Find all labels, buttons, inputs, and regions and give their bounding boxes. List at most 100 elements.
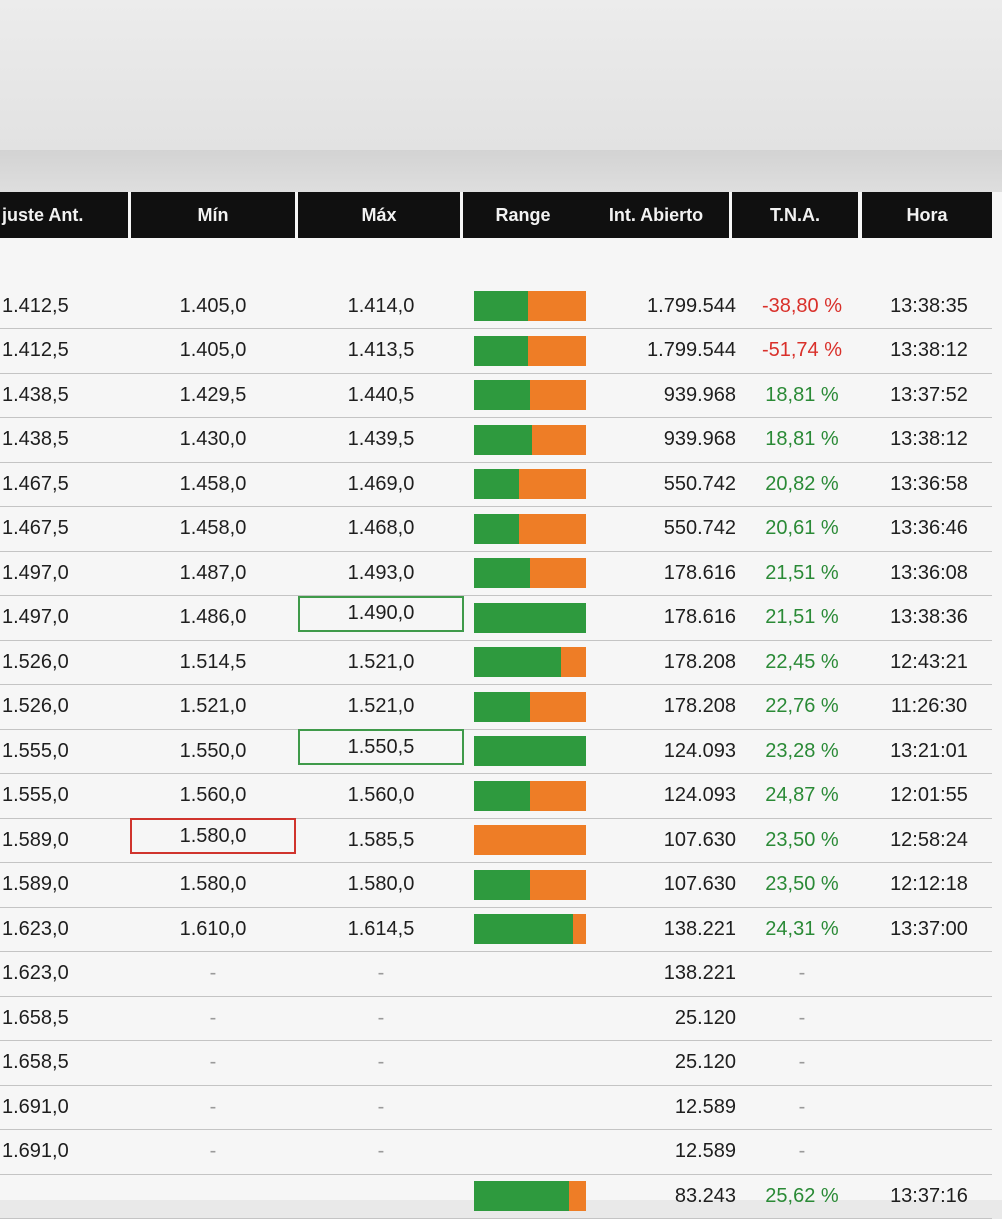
range-bar-orange: [527, 291, 586, 321]
range-cell: [474, 685, 588, 729]
hora-cell: 13:36:46: [890, 517, 968, 539]
header-tna[interactable]: T.N.A.: [732, 192, 858, 238]
table-row[interactable]: 1.691,0 - - 12.589 -: [0, 1130, 992, 1175]
int-abierto-cell: 178.616: [663, 561, 736, 584]
min-cell: -: [209, 1140, 217, 1162]
min-cell: [130, 1174, 296, 1218]
min-cell: 1.487,0: [179, 561, 247, 584]
min-cell: 1.405,0: [179, 294, 247, 317]
ajuste-ant-cell: 1.589,0: [2, 828, 69, 851]
min-cell: 1.610,0: [179, 917, 247, 940]
range-bar-green: [474, 691, 530, 722]
background-top: [0, 0, 1002, 150]
range-bar: [474, 602, 586, 633]
header-min[interactable]: Mín: [131, 192, 295, 238]
int-abierto-cell: 550.742: [663, 472, 736, 495]
min-cell: -: [209, 1051, 217, 1073]
table-row[interactable]: 1.497,0 1.486,0 1.490,0 178.616 21,51 % 13:38…: [0, 595, 992, 641]
table-row[interactable]: 1.412,5 1.405,0 1.413,5 1.799.544 -51,74 % 13…: [0, 329, 992, 374]
int-abierto-cell: 107.630: [663, 873, 736, 895]
int-abierto-cell: 12.589: [674, 1095, 736, 1118]
min-highlight-box: 1.580,0: [130, 818, 296, 854]
hora-cell: [866, 1085, 992, 1129]
range-cell: [474, 462, 588, 506]
table-row[interactable]: 1.658,5 - - 25.120 -: [0, 996, 992, 1041]
ajuste-ant-cell: 1.691,0: [2, 1140, 69, 1162]
range-bar-orange: [530, 380, 586, 410]
table-row[interactable]: 1.438,5 1.430,0 1.439,5 939.968 18,81 % 13:38…: [0, 418, 992, 463]
table-row[interactable]: 1.412,5 1.405,0 1.414,0 1.799.544 -38,80 % 13…: [0, 284, 992, 329]
min-cell: 1.486,0: [179, 606, 247, 628]
table-row[interactable]: 1.691,0 - - 12.589 -: [0, 1085, 992, 1130]
range-bar: [474, 736, 586, 766]
table-row[interactable]: 1.467,5 1.458,0 1.469,0 550.742 20,82 % 13:36…: [0, 462, 992, 507]
range-cell: [474, 596, 588, 640]
max-cell: 1.614,5: [347, 917, 415, 940]
table-row[interactable]: 1.555,0 1.550,0 1.550,5 124.093 23,28 % 13:21…: [0, 729, 992, 774]
table-row[interactable]: 1.623,0 1.610,0 1.614,5 138.221 24,31 % 13:37…: [0, 907, 992, 952]
table-row[interactable]: 1.497,0 1.487,0 1.493,0 178.616 21,51 % 13:36…: [0, 551, 992, 596]
tna-cell: -: [798, 1051, 806, 1073]
range-bar-orange: [532, 424, 586, 455]
header-range[interactable]: Range: [463, 192, 583, 238]
header-max[interactable]: Máx: [298, 192, 460, 238]
hora-cell: 12:12:18: [890, 873, 968, 895]
max-cell: 1.550,5: [298, 729, 464, 773]
background-edge: [0, 150, 1002, 192]
table-row[interactable]: 1.438,5 1.429,5 1.440,5 939.968 18,81 % 13:37…: [0, 373, 992, 418]
header-int-abierto[interactable]: Int. Abierto: [583, 192, 729, 238]
ajuste-ant-cell: 1.589,0: [2, 873, 69, 895]
table-row[interactable]: 1.555,0 1.560,0 1.560,0 124.093 24,87 % 12:01…: [0, 774, 992, 819]
min-cell: 1.430,0: [179, 428, 247, 450]
ajuste-ant-cell: 1.412,5: [2, 339, 69, 361]
header-ajuste-ant[interactable]: juste Ant.: [0, 192, 128, 238]
tna-cell: -38,80 %: [761, 294, 843, 317]
table-row[interactable]: 1.589,0 1.580,0 1.585,5 107.630 23,50 % 12:58…: [0, 818, 992, 863]
max-cell: 1.521,0: [347, 650, 415, 673]
min-cell: 1.580,0: [179, 873, 247, 895]
int-abierto-cell: 939.968: [663, 383, 736, 406]
max-cell: 1.413,5: [347, 339, 415, 361]
hora-cell: 13:38:36: [890, 606, 968, 628]
range-cell: [474, 373, 588, 417]
range-cell: [474, 818, 588, 862]
range-bar-green: [474, 914, 573, 944]
table-row[interactable]: 1.589,0 1.580,0 1.580,0 107.630 23,50 % 12:12…: [0, 863, 992, 908]
table-row[interactable]: 1.467,5 1.458,0 1.468,0 550.742 20,61 % 13:36…: [0, 507, 992, 552]
range-bar: [474, 291, 586, 321]
table-row[interactable]: 1.526,0 1.521,0 1.521,0 178.208 22,76 % 11:26…: [0, 685, 992, 730]
header-hora[interactable]: Hora: [862, 192, 992, 238]
tna-cell: -: [798, 962, 806, 984]
table-row[interactable]: 1.623,0 - - 138.221 -: [0, 952, 992, 997]
min-cell: 1.458,0: [179, 517, 247, 539]
hora-cell: 13:38:35: [890, 294, 968, 317]
table-row[interactable]: 1.658,5 - - 25.120 -: [0, 1041, 992, 1086]
int-abierto-cell: 550.742: [663, 517, 736, 539]
min-cell: -: [209, 1095, 217, 1118]
int-abierto-cell: 178.208: [663, 650, 736, 673]
int-abierto-cell: 124.093: [663, 739, 736, 762]
min-cell: 1.550,0: [179, 739, 247, 762]
ajuste-ant-cell: 1.623,0: [2, 917, 69, 940]
range-cell: [474, 1041, 588, 1085]
hora-cell: [866, 952, 992, 996]
ajuste-ant-cell: 1.467,5: [2, 472, 69, 495]
range-bar: [474, 558, 586, 588]
table-row[interactable]: 83.243 25,62 % 13:37:16: [0, 1174, 992, 1219]
hora-cell: 12:58:24: [890, 828, 968, 851]
range-bar-orange: [518, 513, 586, 544]
int-abierto-cell: 138.221: [663, 917, 736, 940]
range-cell: [474, 284, 588, 328]
max-cell: 1.468,0: [347, 517, 415, 539]
table-header: juste Ant. Mín Máx Range Int. Abierto T.…: [0, 192, 992, 238]
tna-cell: 22,45 %: [765, 650, 839, 673]
range-cell: [474, 774, 588, 818]
ajuste-ant-cell: 1.467,5: [2, 517, 69, 539]
max-cell: -: [377, 1140, 385, 1162]
range-bar-green: [474, 780, 530, 811]
max-cell: 1.440,5: [347, 383, 415, 406]
range-bar-orange: [518, 469, 586, 499]
max-cell: 1.560,0: [347, 784, 415, 806]
tna-cell: -51,74 %: [761, 339, 843, 361]
table-row[interactable]: 1.526,0 1.514,5 1.521,0 178.208 22,45 % 12:43…: [0, 640, 992, 685]
